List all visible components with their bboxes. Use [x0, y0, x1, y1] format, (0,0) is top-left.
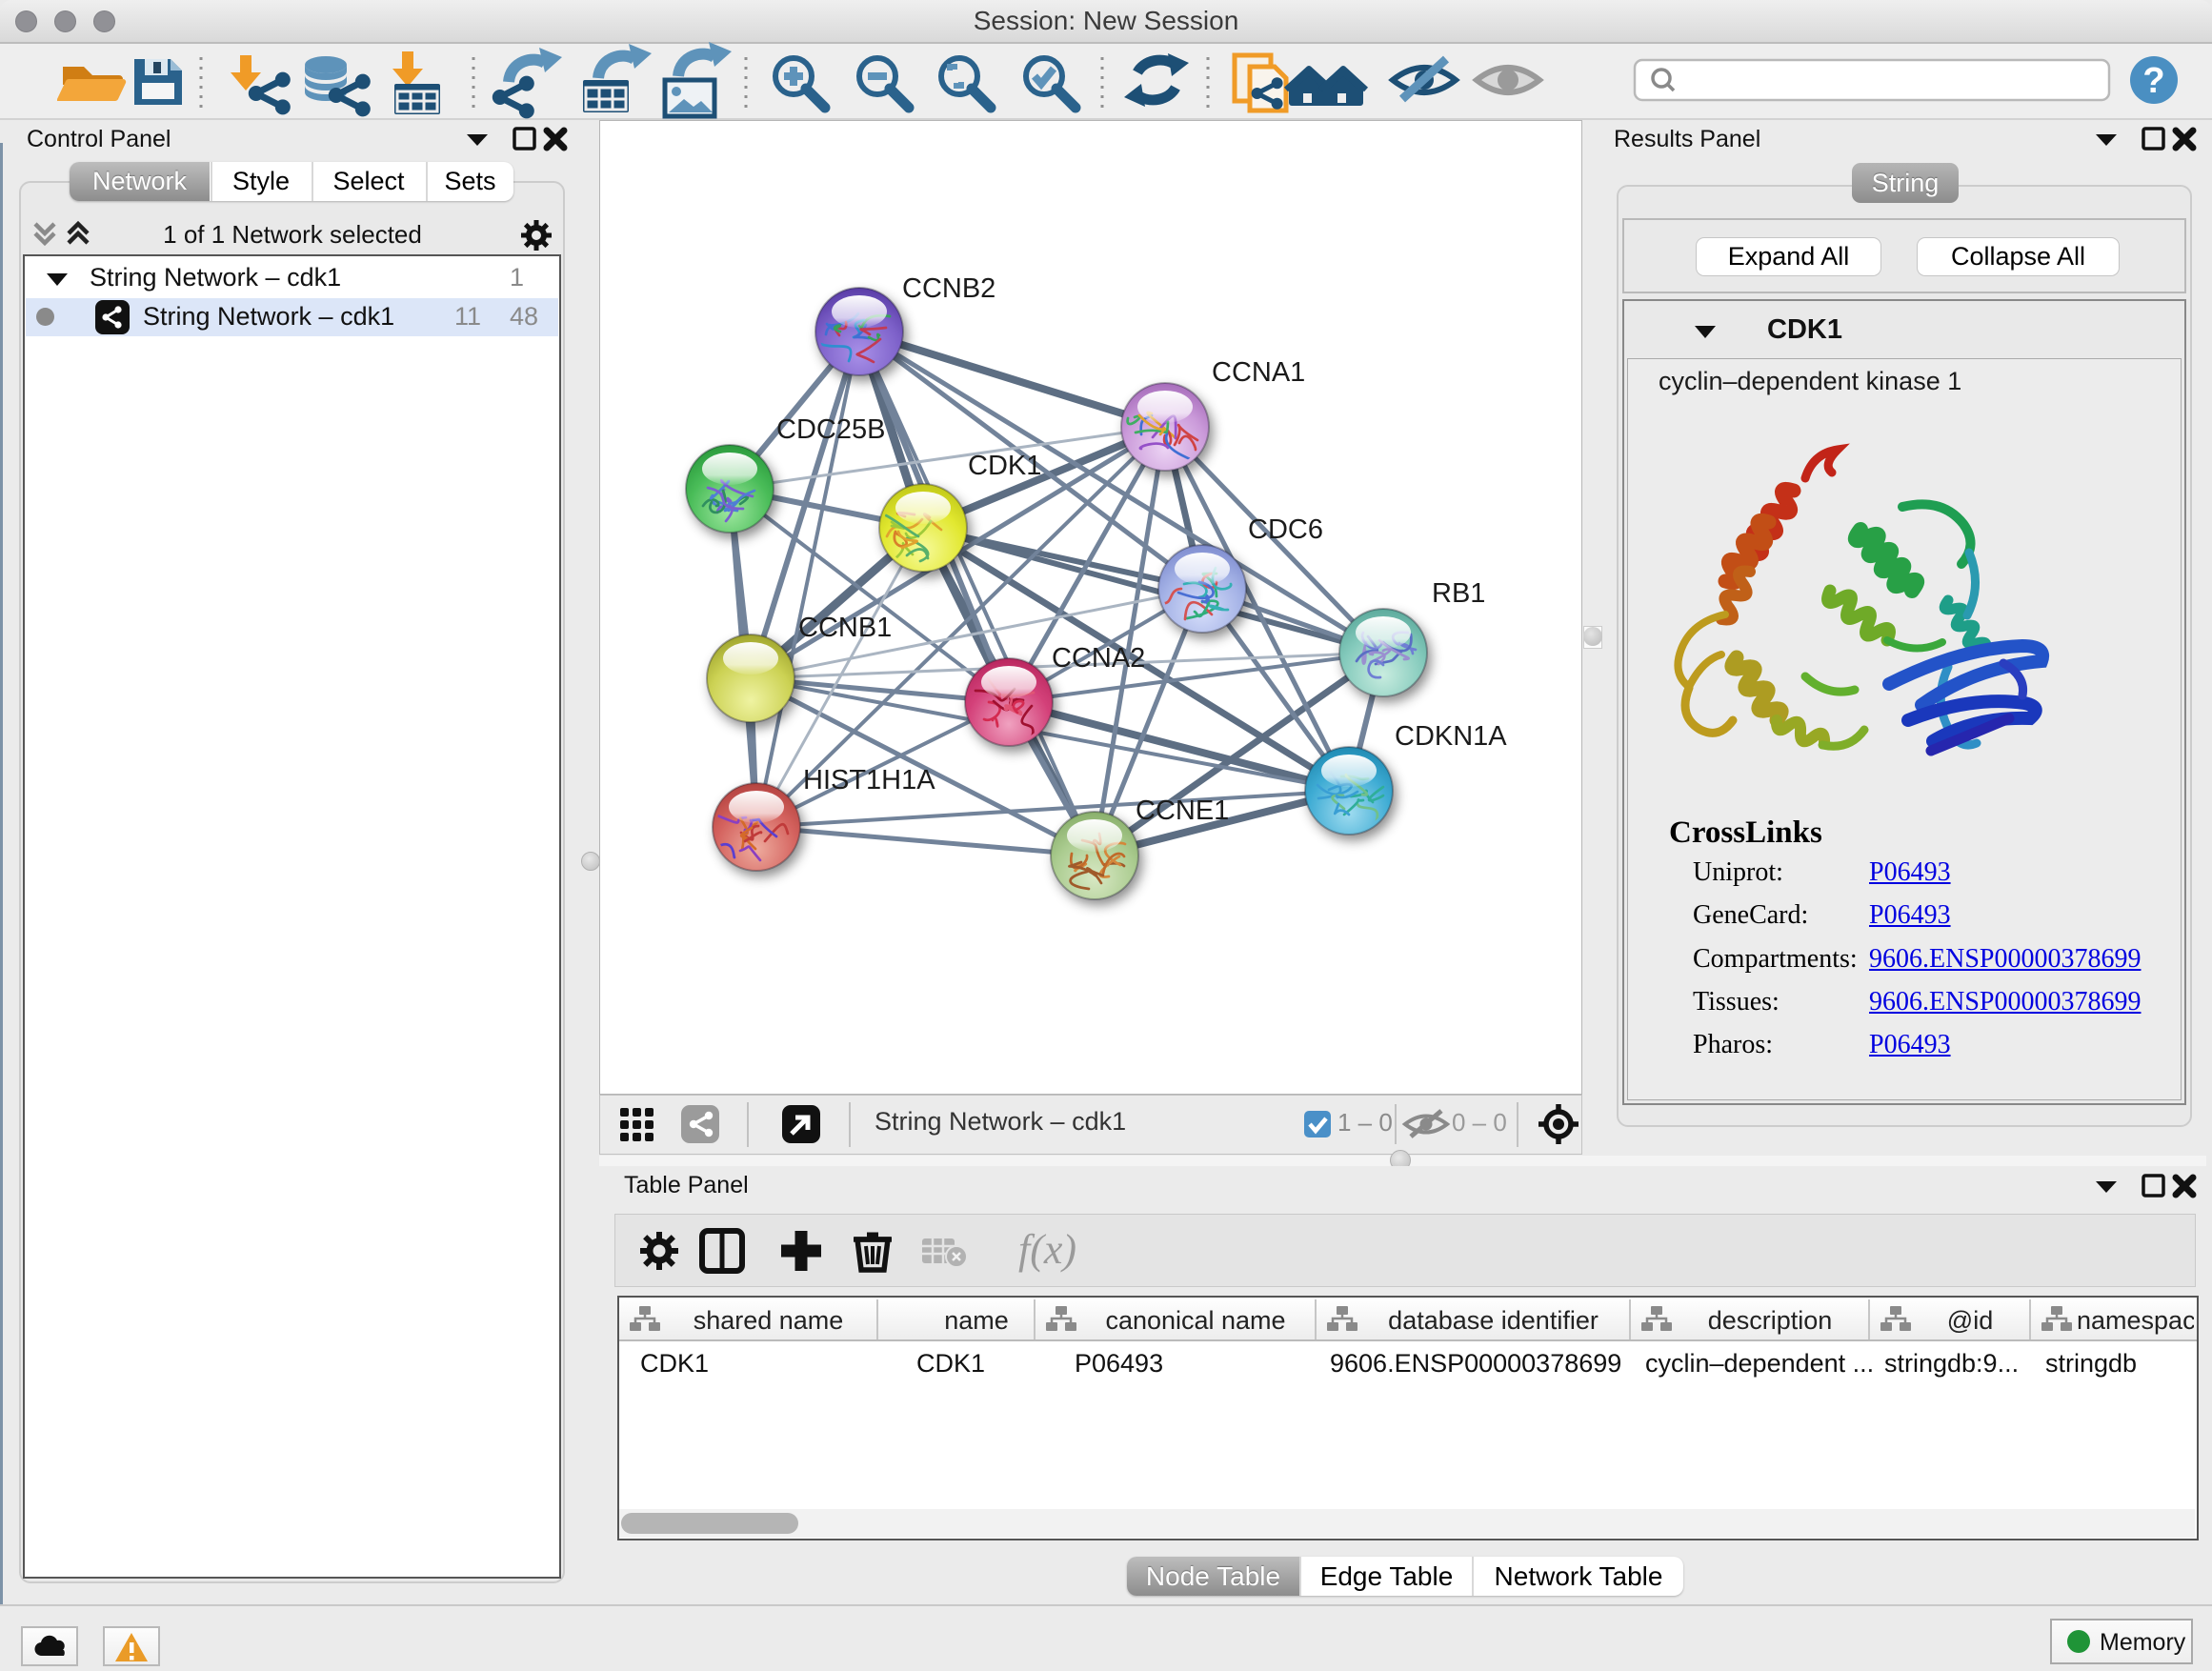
svg-text:CDKN1A: CDKN1A — [1395, 721, 1507, 752]
svg-text:CDC25B: CDC25B — [776, 414, 885, 445]
svg-text:CCNE1: CCNE1 — [1136, 795, 1229, 826]
svg-text:f(x): f(x) — [1018, 1226, 1076, 1273]
svg-text:?: ? — [2142, 61, 2164, 101]
svg-text:CDC6: CDC6 — [1248, 514, 1323, 545]
svg-text:CDK1: CDK1 — [968, 451, 1041, 481]
svg-text:CCNA2: CCNA2 — [1052, 643, 1145, 674]
svg-text:CCNB2: CCNB2 — [902, 273, 995, 304]
svg-text:RB1: RB1 — [1432, 578, 1485, 609]
svg-text:CCNB1: CCNB1 — [798, 613, 892, 643]
svg-text:CCNA1: CCNA1 — [1212, 357, 1305, 388]
svg-text:HIST1H1A: HIST1H1A — [803, 765, 935, 795]
